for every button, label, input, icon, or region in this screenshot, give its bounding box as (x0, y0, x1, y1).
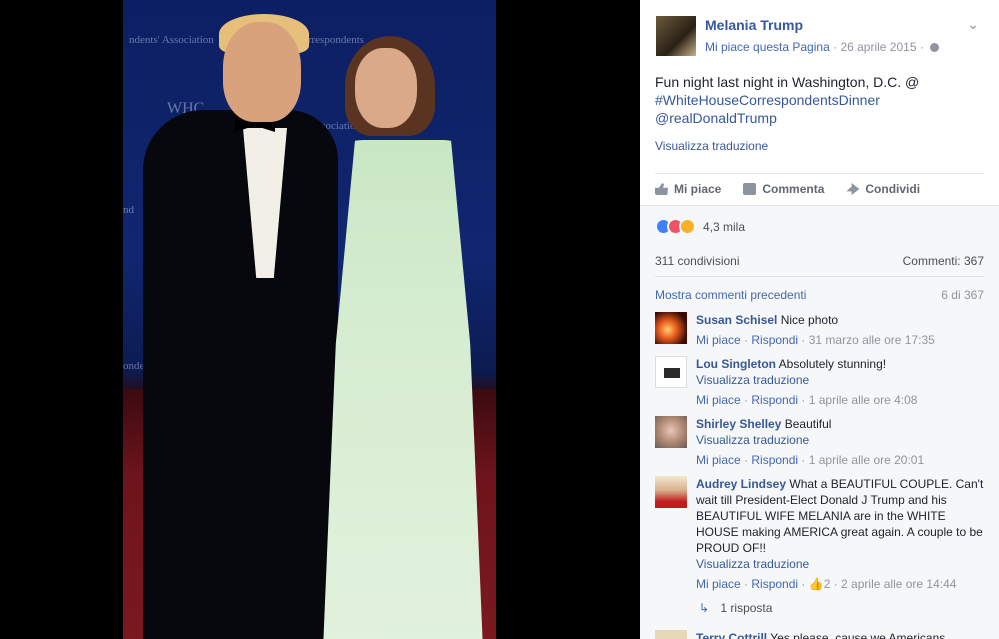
reply-arrow-icon: ↳ (699, 601, 710, 615)
comment-text: Yes please, cause we Americans (770, 631, 946, 639)
comment-like-link[interactable]: Mi piace (696, 453, 741, 467)
comment-icon (743, 183, 757, 195)
comment-meta: Mi piace · Rispondi · 1 aprile alle ore … (696, 393, 918, 407)
post-text: Fun night last night in Washington, D.C.… (655, 73, 985, 127)
man-face (223, 22, 301, 122)
comment-button[interactable]: Commenta (743, 182, 824, 196)
comment-body: Terry Cottrill Yes please, cause we Amer… (696, 630, 986, 639)
commenter-avatar[interactable] (655, 356, 687, 388)
comment-body: Susan Schisel Nice photo Mi piace · Risp… (696, 312, 986, 348)
commenter-avatar[interactable] (655, 476, 687, 508)
post-header: Melania Trump Mi piace questa Pagina · 2… (640, 0, 999, 62)
comment-reply-link[interactable]: Rispondi (751, 333, 798, 347)
commenter-avatar[interactable] (655, 312, 687, 344)
comment-reply-link[interactable]: Rispondi (751, 577, 798, 591)
like-button-label: Mi piace (674, 182, 722, 196)
photo-wall-text: ndents' Association (129, 34, 214, 46)
comment-time[interactable]: 31 marzo alle ore 17:35 (809, 333, 935, 347)
replies-count: 1 risposta (720, 601, 773, 615)
view-replies-link[interactable]: ↳ 1 risposta (699, 601, 772, 615)
comment-text: Absolutely stunning! (778, 357, 887, 371)
previous-comments-row: Mostra commenti precedenti 6 di 367 (655, 288, 984, 302)
woman-dress (323, 140, 483, 639)
shares-comments-row: 311 condivisioni Commenti: 367 (655, 254, 984, 268)
meta-separator: · (919, 40, 928, 54)
show-previous-comments-link[interactable]: Mostra commenti precedenti (655, 288, 806, 302)
comment-translate-link[interactable]: Visualizza traduzione (696, 556, 986, 572)
chevron-down-icon[interactable]: ⌄ (967, 16, 979, 33)
see-translation-link[interactable]: Visualizza traduzione (655, 139, 768, 153)
photo-wall-text: nd (123, 204, 134, 216)
post-meta: Mi piace questa Pagina · 26 aprile 2015 … (705, 40, 940, 54)
post-sidebar: Melania Trump Mi piace questa Pagina · 2… (640, 0, 999, 639)
comments-pager: 6 di 367 (941, 288, 984, 302)
comment-body: Shirley Shelley Beautiful Visualizza tra… (696, 416, 986, 468)
comment-meta: Mi piace · Rispondi · 👍2 · 2 aprile alle… (696, 577, 957, 591)
comments-count[interactable]: Commenti: 367 (903, 254, 984, 268)
reactions-count[interactable]: 4,3 mila (703, 220, 745, 234)
man-tuxedo (143, 110, 338, 639)
page-name-link[interactable]: Melania Trump (705, 17, 803, 33)
hashtag-link[interactable]: #WhiteHouseCorrespondentsDinner (655, 92, 880, 108)
post-text-line: Fun night last night in Washington, D.C.… (655, 74, 920, 90)
feedback-section: 4,3 mila 311 condivisioni Commenti: 367 … (640, 205, 999, 639)
shares-count[interactable]: 311 condivisioni (655, 254, 740, 268)
share-button[interactable]: Condividi (846, 182, 920, 196)
divider (655, 276, 984, 277)
comment-translate-link[interactable]: Visualizza traduzione (696, 432, 986, 448)
commenter-name[interactable]: Lou Singleton (696, 357, 776, 371)
comment-like-link[interactable]: Mi piace (696, 577, 741, 591)
post-actions: Mi piace Commenta Condividi (655, 173, 984, 204)
comment-text: Nice photo (780, 313, 839, 327)
post-date[interactable]: 26 aprile 2015 (840, 40, 916, 54)
globe-icon (930, 43, 940, 53)
commenter-name[interactable]: Shirley Shelley (696, 417, 781, 431)
commenter-name[interactable]: Susan Schisel (696, 313, 777, 327)
share-icon (846, 183, 860, 195)
comment-time[interactable]: 1 aprile alle ore 20:01 (809, 453, 924, 467)
like-button[interactable]: Mi piace (655, 182, 721, 196)
comment-like-link[interactable]: Mi piace (696, 393, 741, 407)
page-avatar[interactable] (656, 16, 696, 56)
comment-text: Beautiful (784, 417, 832, 431)
comment-time[interactable]: 1 aprile alle ore 4:08 (809, 393, 918, 407)
share-button-label: Condividi (865, 182, 921, 196)
comment-likes-count[interactable]: 2 (824, 577, 831, 591)
commenter-avatar[interactable] (655, 630, 687, 639)
post-photo[interactable]: ndents' Association Correspondents WHC A… (123, 0, 496, 639)
angry-reaction-icon (679, 218, 696, 235)
thumbs-up-icon: 👍 (808, 577, 824, 591)
reactions-summary[interactable]: 4,3 mila (655, 218, 745, 235)
commenter-name[interactable]: Terry Cottrill (696, 631, 767, 639)
comment-time[interactable]: 2 aprile alle ore 14:44 (841, 577, 956, 591)
comment-reply-link[interactable]: Rispondi (751, 393, 798, 407)
comment-like-link[interactable]: Mi piace (696, 333, 741, 347)
photo-viewer: ndents' Association Correspondents WHC A… (0, 0, 640, 639)
comment-body: Lou Singleton Absolutely stunning! Visua… (696, 356, 986, 408)
comment-reply-link[interactable]: Rispondi (751, 453, 798, 467)
comment-button-label: Commenta (762, 182, 825, 196)
thumbs-up-icon (655, 183, 668, 195)
like-page-link[interactable]: Mi piace questa Pagina (705, 40, 830, 54)
comment-meta: Mi piace · Rispondi · 31 marzo alle ore … (696, 333, 935, 347)
commenter-avatar[interactable] (655, 416, 687, 448)
commenter-name[interactable]: Audrey Lindsey (696, 477, 786, 491)
comment-translate-link[interactable]: Visualizza traduzione (696, 372, 986, 388)
comment-meta: Mi piace · Rispondi · 1 aprile alle ore … (696, 453, 925, 467)
comment-body: Audrey Lindsey What a BEAUTIFUL COUPLE. … (696, 476, 986, 592)
mention-link[interactable]: @realDonaldTrump (655, 110, 777, 126)
woman-face (355, 48, 417, 128)
